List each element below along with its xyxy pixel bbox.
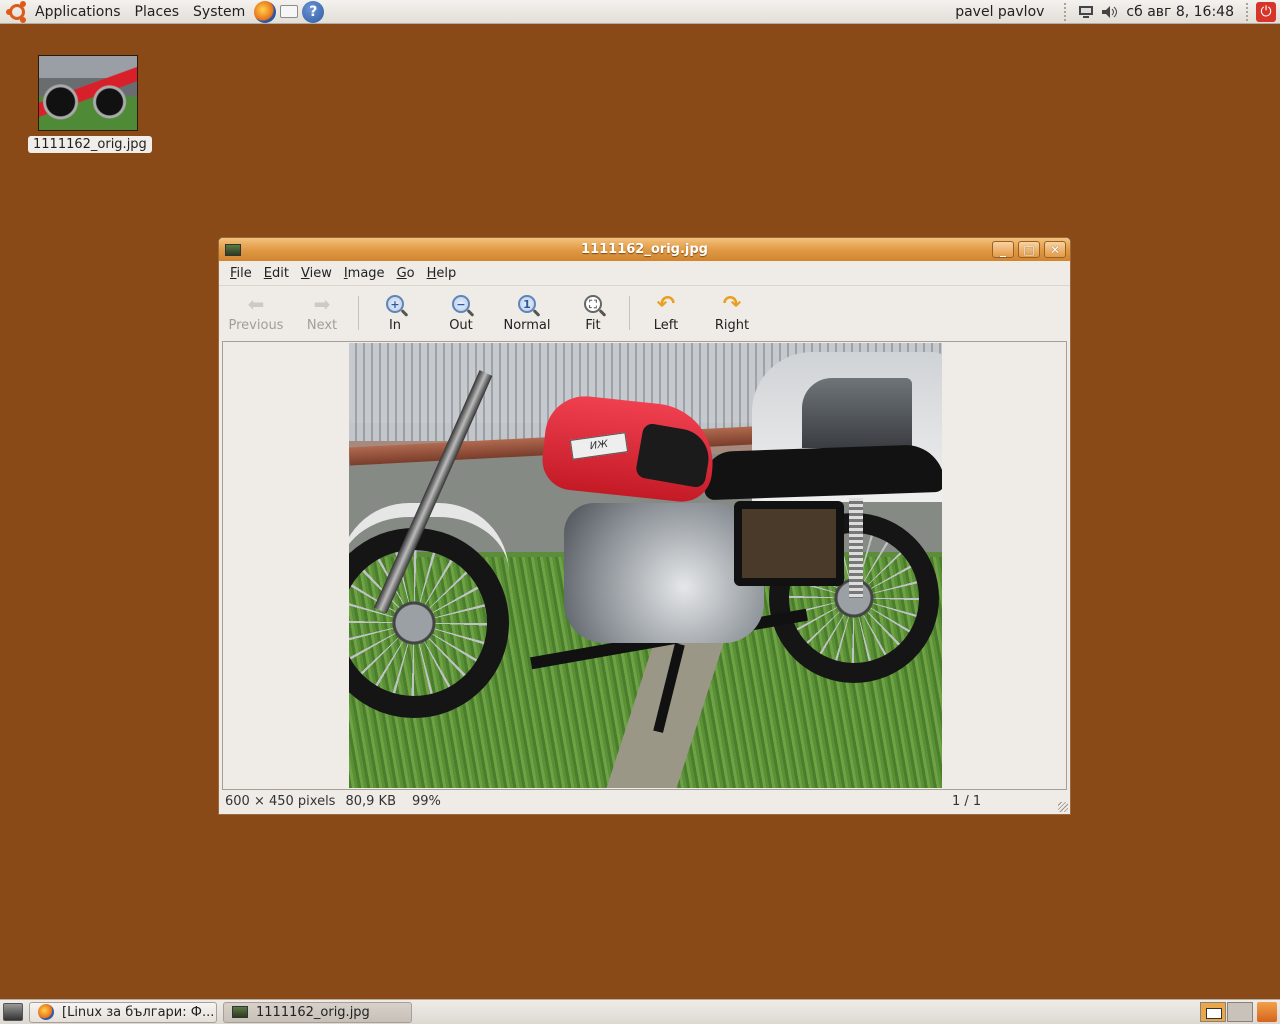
clock[interactable]: сб авг 8, 16:48 xyxy=(1122,4,1240,20)
motorcycle-photo[interactable]: ИЖ xyxy=(349,343,942,788)
image-dimensions: 600 × 450 pixels xyxy=(225,793,336,809)
desktop-file-label: 1111162_orig.jpg xyxy=(28,136,152,153)
minimize-button[interactable]: _ xyxy=(992,241,1014,258)
help-launcher-icon[interactable]: ? xyxy=(302,0,325,23)
taskbar-item-image-viewer[interactable]: 1111162_orig.jpg xyxy=(223,1001,412,1023)
window-titlebar[interactable]: 1111162_orig.jpg _ □ ✕ xyxy=(219,238,1070,261)
menu-help[interactable]: Help xyxy=(421,266,463,281)
arrow-left-icon: ⬅ xyxy=(247,292,265,316)
zoom-out-icon: − xyxy=(450,293,472,315)
menu-image[interactable]: Image xyxy=(338,266,391,281)
taskbar-item-label: 1111162_orig.jpg xyxy=(256,1004,370,1020)
panel-separator xyxy=(1064,2,1068,21)
network-icon[interactable] xyxy=(1077,3,1095,21)
arrow-right-icon: ➡ xyxy=(313,292,331,316)
firefox-launcher-icon[interactable] xyxy=(254,0,277,23)
applications-menu[interactable]: Applications xyxy=(28,4,128,20)
zoom-normal-icon: 1 xyxy=(516,293,538,315)
resize-grip[interactable] xyxy=(1058,802,1068,812)
zoom-fit-icon: ⛶ xyxy=(582,293,604,315)
trash-icon[interactable] xyxy=(1257,1002,1277,1022)
rotate-right-icon: ↷ xyxy=(722,291,742,317)
workspace-switcher xyxy=(1200,1002,1280,1022)
menubar: File Edit View Image Go Help xyxy=(219,261,1070,286)
system-menu[interactable]: System xyxy=(186,4,252,20)
top-panel-right: pavel pavlov сб авг 8, 16:48 ⏻ xyxy=(955,0,1280,24)
toolbar-separator xyxy=(358,296,359,330)
toolbar-separator xyxy=(629,296,630,330)
power-icon[interactable]: ⏻ xyxy=(1256,1,1276,22)
zoom-fit-button[interactable]: ⛶ Fit xyxy=(560,288,626,338)
desktop-file-icon[interactable]: 1111162_orig.jpg xyxy=(28,55,152,153)
next-button[interactable]: ➡ Next xyxy=(289,288,355,338)
taskbar-item-label: [Linux за българи: Ф... xyxy=(62,1004,215,1020)
zoom-normal-button[interactable]: 1 Normal xyxy=(494,288,560,338)
workspace-2[interactable] xyxy=(1227,1002,1253,1022)
menu-go[interactable]: Go xyxy=(391,266,421,281)
taskbar-item-firefox[interactable]: [Linux за българи: Ф... xyxy=(29,1001,217,1023)
previous-button[interactable]: ⬅ Previous xyxy=(223,288,289,338)
image-viewer-window: 1111162_orig.jpg _ □ ✕ File Edit View Im… xyxy=(218,237,1071,815)
menu-file[interactable]: File xyxy=(224,266,258,281)
rotate-left-button[interactable]: ↶ Left xyxy=(633,288,699,338)
zoom-out-button[interactable]: − Out xyxy=(428,288,494,338)
firefox-icon xyxy=(38,1004,54,1020)
image-viewer-icon xyxy=(232,1006,248,1018)
top-panel: Applications Places System ? pavel pavlo… xyxy=(0,0,1280,24)
ubuntu-logo-icon[interactable] xyxy=(6,0,28,23)
zoom-in-icon: + xyxy=(384,293,406,315)
menu-view[interactable]: View xyxy=(295,266,338,281)
places-menu[interactable]: Places xyxy=(128,4,187,20)
image-position: 1 / 1 xyxy=(952,793,982,809)
file-size: 80,9 KB xyxy=(345,793,396,809)
maximize-button[interactable]: □ xyxy=(1018,241,1040,258)
user-name[interactable]: pavel pavlov xyxy=(955,4,1058,20)
statusbar: 600 × 450 pixels 80,9 KB 99% 1 / 1 xyxy=(219,788,1070,814)
close-button[interactable]: ✕ xyxy=(1044,241,1066,258)
zoom-level: 99% xyxy=(412,793,441,809)
workspace-1[interactable] xyxy=(1200,1002,1226,1022)
volume-icon[interactable] xyxy=(1101,3,1119,21)
mail-launcher-icon[interactable] xyxy=(278,1,300,23)
image-thumbnail xyxy=(38,55,138,131)
zoom-in-button[interactable]: + In xyxy=(362,288,428,338)
menu-edit[interactable]: Edit xyxy=(258,266,295,281)
show-desktop-icon[interactable] xyxy=(3,1003,23,1021)
toolbar: ⬅ Previous ➡ Next + In − Out 1 Normal ⛶ … xyxy=(219,286,1070,340)
rotate-left-icon: ↶ xyxy=(656,291,676,317)
image-viewport[interactable]: ИЖ xyxy=(222,341,1067,790)
panel-separator xyxy=(1246,2,1250,21)
rotate-right-button[interactable]: ↷ Right xyxy=(699,288,765,338)
window-title: 1111162_orig.jpg xyxy=(581,242,708,257)
bottom-panel: [Linux за българи: Ф... 1111162_orig.jpg xyxy=(0,999,1280,1024)
